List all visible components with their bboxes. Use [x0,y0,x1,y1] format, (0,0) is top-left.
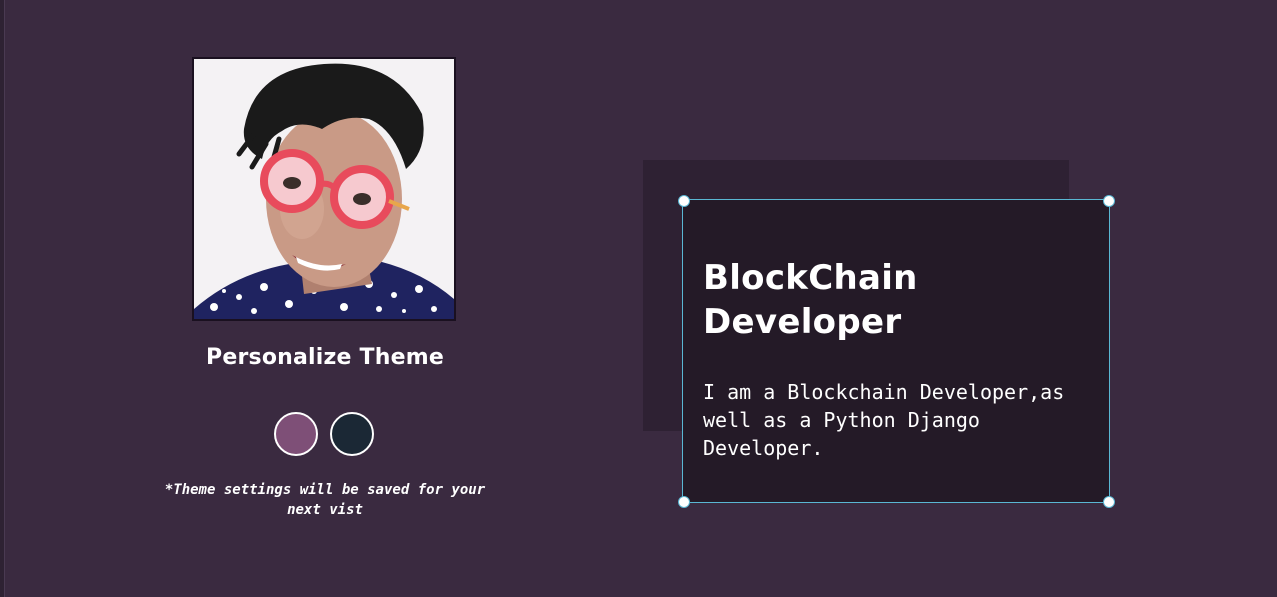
window-left-edge [0,0,5,597]
intro-title: BlockChain Developer [703,258,918,342]
resize-handle-top-right[interactable] [1103,195,1115,207]
resize-handle-top-left[interactable] [678,195,690,207]
intro-text: I am a Blockchain Developer,as well as a… [703,380,1065,460]
theme-swatch-dark-blue[interactable] [330,412,374,456]
personalize-theme-title: Personalize Theme [206,345,444,370]
theme-swatch-purple[interactable] [274,412,318,456]
resize-handle-bottom-right[interactable] [1103,496,1115,508]
profile-avatar [192,57,456,321]
avatar-illustration [194,59,454,319]
resize-handle-bottom-left[interactable] [678,496,690,508]
theme-settings-note: *Theme settings will be saved for your n… [164,482,486,518]
